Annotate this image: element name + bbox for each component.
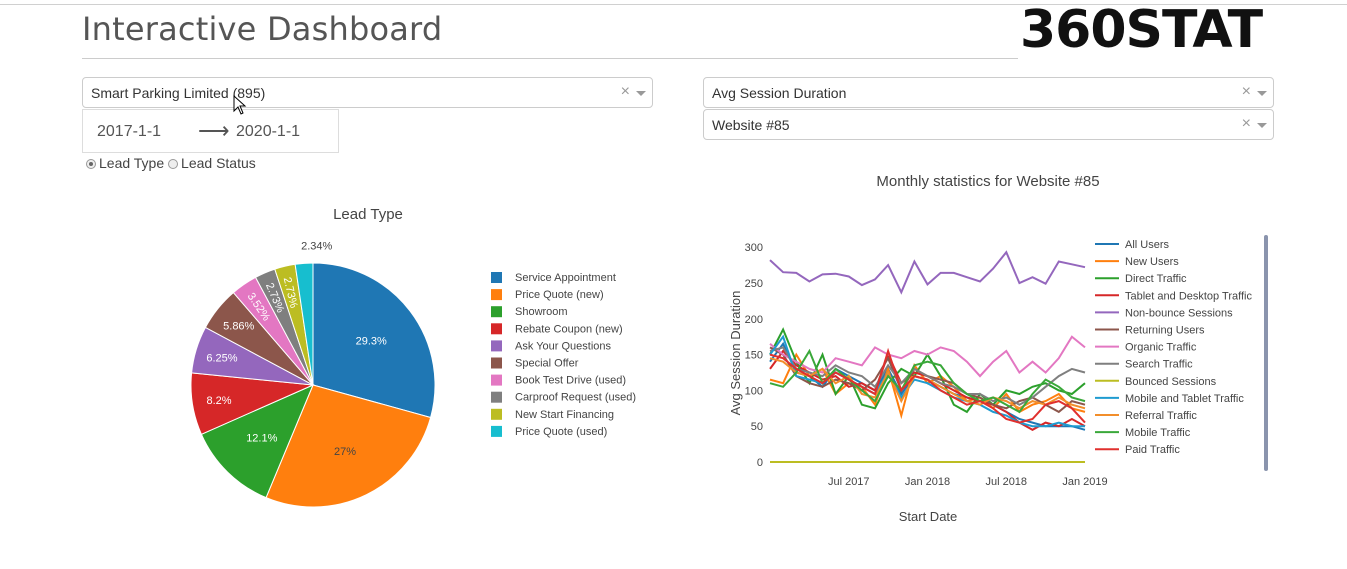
pie-slice-label: 5.86% xyxy=(223,320,254,332)
website-select[interactable]: Website #85 × xyxy=(703,109,1274,140)
pie-slice-label: 2.34% xyxy=(301,240,332,252)
legend-item[interactable]: Search Traffic xyxy=(1125,359,1193,371)
website-select-value: Website #85 xyxy=(712,117,790,133)
radio-lead-type-label: Lead Type xyxy=(99,155,165,171)
x-tick-label: Jan 2018 xyxy=(905,476,950,488)
legend-swatch xyxy=(491,272,502,283)
legend-item[interactable]: Service Appointment xyxy=(515,272,616,284)
pie-slice-label: 27% xyxy=(334,446,356,458)
legend-swatch xyxy=(491,408,502,420)
legend-swatch xyxy=(491,357,502,369)
y-tick-label: 200 xyxy=(745,314,763,326)
y-tick-label: 50 xyxy=(751,421,763,433)
radio-lead-status[interactable]: Lead Status xyxy=(168,155,256,171)
series-line[interactable] xyxy=(769,250,1086,295)
title-divider xyxy=(82,58,1018,59)
legend-item[interactable]: Ask Your Questions xyxy=(515,340,612,352)
end-date-input[interactable]: 2020-1-1 xyxy=(236,123,300,141)
y-tick-label: 250 xyxy=(745,278,763,290)
brand-logo: 360STAT xyxy=(1020,0,1263,60)
legend-item[interactable]: Mobile Traffic xyxy=(1125,427,1191,439)
legend-item[interactable]: Special Offer xyxy=(515,358,579,370)
legend-swatch xyxy=(491,425,502,437)
y-tick-label: 0 xyxy=(757,457,763,469)
pie-slice-label: 12.1% xyxy=(246,432,277,444)
clear-icon[interactable]: × xyxy=(1242,115,1251,133)
chevron-down-icon[interactable] xyxy=(636,91,646,96)
legend-item[interactable]: Price Quote (new) xyxy=(515,289,604,301)
monthly-line-chart[interactable]: Monthly statistics for Website #85 0 50 100… xyxy=(715,165,1285,535)
x-tick-label: Jan 2019 xyxy=(1062,476,1107,488)
arrow-right-icon: ⟶ xyxy=(198,118,230,143)
mouse-cursor-icon xyxy=(233,95,247,115)
radio-lead-status-label: Lead Status xyxy=(181,155,256,171)
clear-icon[interactable]: × xyxy=(1242,83,1251,101)
lead-type-pie-chart[interactable]: Lead Type29.3%27%12.1%8.2%6.25%5.86%3.52… xyxy=(160,195,660,525)
series-line[interactable] xyxy=(769,349,1086,431)
legend-item[interactable]: Direct Traffic xyxy=(1125,273,1187,285)
legend-item[interactable]: Paid Traffic xyxy=(1125,444,1180,456)
legend-item[interactable]: Showroom xyxy=(515,306,568,318)
company-select[interactable]: Smart Parking Limited (895) × xyxy=(82,77,653,108)
metric-select[interactable]: Avg Session Duration × xyxy=(703,77,1274,108)
legend-item[interactable]: Organic Traffic xyxy=(1125,342,1197,354)
legend-item[interactable]: Returning Users xyxy=(1125,325,1205,337)
legend-item[interactable]: Mobile and Tablet Traffic xyxy=(1125,393,1244,405)
y-tick-label: 100 xyxy=(745,385,763,397)
radio-lead-type[interactable]: Lead Type xyxy=(86,155,164,171)
legend-item[interactable]: New Users xyxy=(1125,256,1179,268)
y-tick-label: 150 xyxy=(745,350,763,362)
legend-swatch xyxy=(491,391,502,403)
legend-swatch xyxy=(491,306,502,318)
radio-button-selected[interactable] xyxy=(86,159,96,169)
legend-swatch xyxy=(491,289,502,301)
chevron-down-icon[interactable] xyxy=(1257,91,1267,96)
pie-slice-label: 29.3% xyxy=(356,336,387,348)
x-axis-label: Start Date xyxy=(899,509,958,524)
legend-scrollbar[interactable] xyxy=(1264,235,1268,471)
lead-group-radio: Lead Type Lead Status xyxy=(86,155,256,171)
legend-item[interactable]: New Start Financing xyxy=(515,409,614,421)
legend-swatch xyxy=(491,340,502,352)
clear-icon[interactable]: × xyxy=(621,83,630,101)
page-title: Interactive Dashboard xyxy=(82,10,443,48)
start-date-input[interactable]: 2017-1-1 xyxy=(97,123,161,141)
x-tick-label: Jul 2017 xyxy=(828,476,870,488)
pie-slice-label: 8.2% xyxy=(206,395,231,407)
legend-item[interactable]: Tablet and Desktop Traffic xyxy=(1125,290,1252,302)
y-axis-label: Avg Session Duration xyxy=(728,291,743,416)
legend-item[interactable]: Non-bounce Sessions xyxy=(1125,307,1233,319)
legend-swatch xyxy=(491,323,502,335)
date-range-picker[interactable]: 2017-1-1 ⟶ 2020-1-1 xyxy=(82,109,339,153)
legend-item[interactable]: All Users xyxy=(1125,239,1170,251)
pie-title: Lead Type xyxy=(333,206,403,223)
pie-slice-label: 6.25% xyxy=(206,352,237,364)
line-chart-title: Monthly statistics for Website #85 xyxy=(876,173,1099,190)
chevron-down-icon[interactable] xyxy=(1257,123,1267,128)
legend-item[interactable]: Price Quote (used) xyxy=(515,426,607,438)
legend-item[interactable]: Carproof Request (used) xyxy=(515,392,636,404)
legend-item[interactable]: Book Test Drive (used) xyxy=(515,375,626,387)
legend-swatch xyxy=(491,374,502,386)
legend-item[interactable]: Bounced Sessions xyxy=(1125,376,1217,388)
y-tick-label: 300 xyxy=(745,242,763,254)
legend-item[interactable]: Rebate Coupon (new) xyxy=(515,323,623,335)
x-tick-label: Jul 2018 xyxy=(985,476,1027,488)
radio-button[interactable] xyxy=(168,159,179,169)
legend-item[interactable]: Referral Traffic xyxy=(1125,410,1197,422)
metric-select-value: Avg Session Duration xyxy=(712,85,847,101)
